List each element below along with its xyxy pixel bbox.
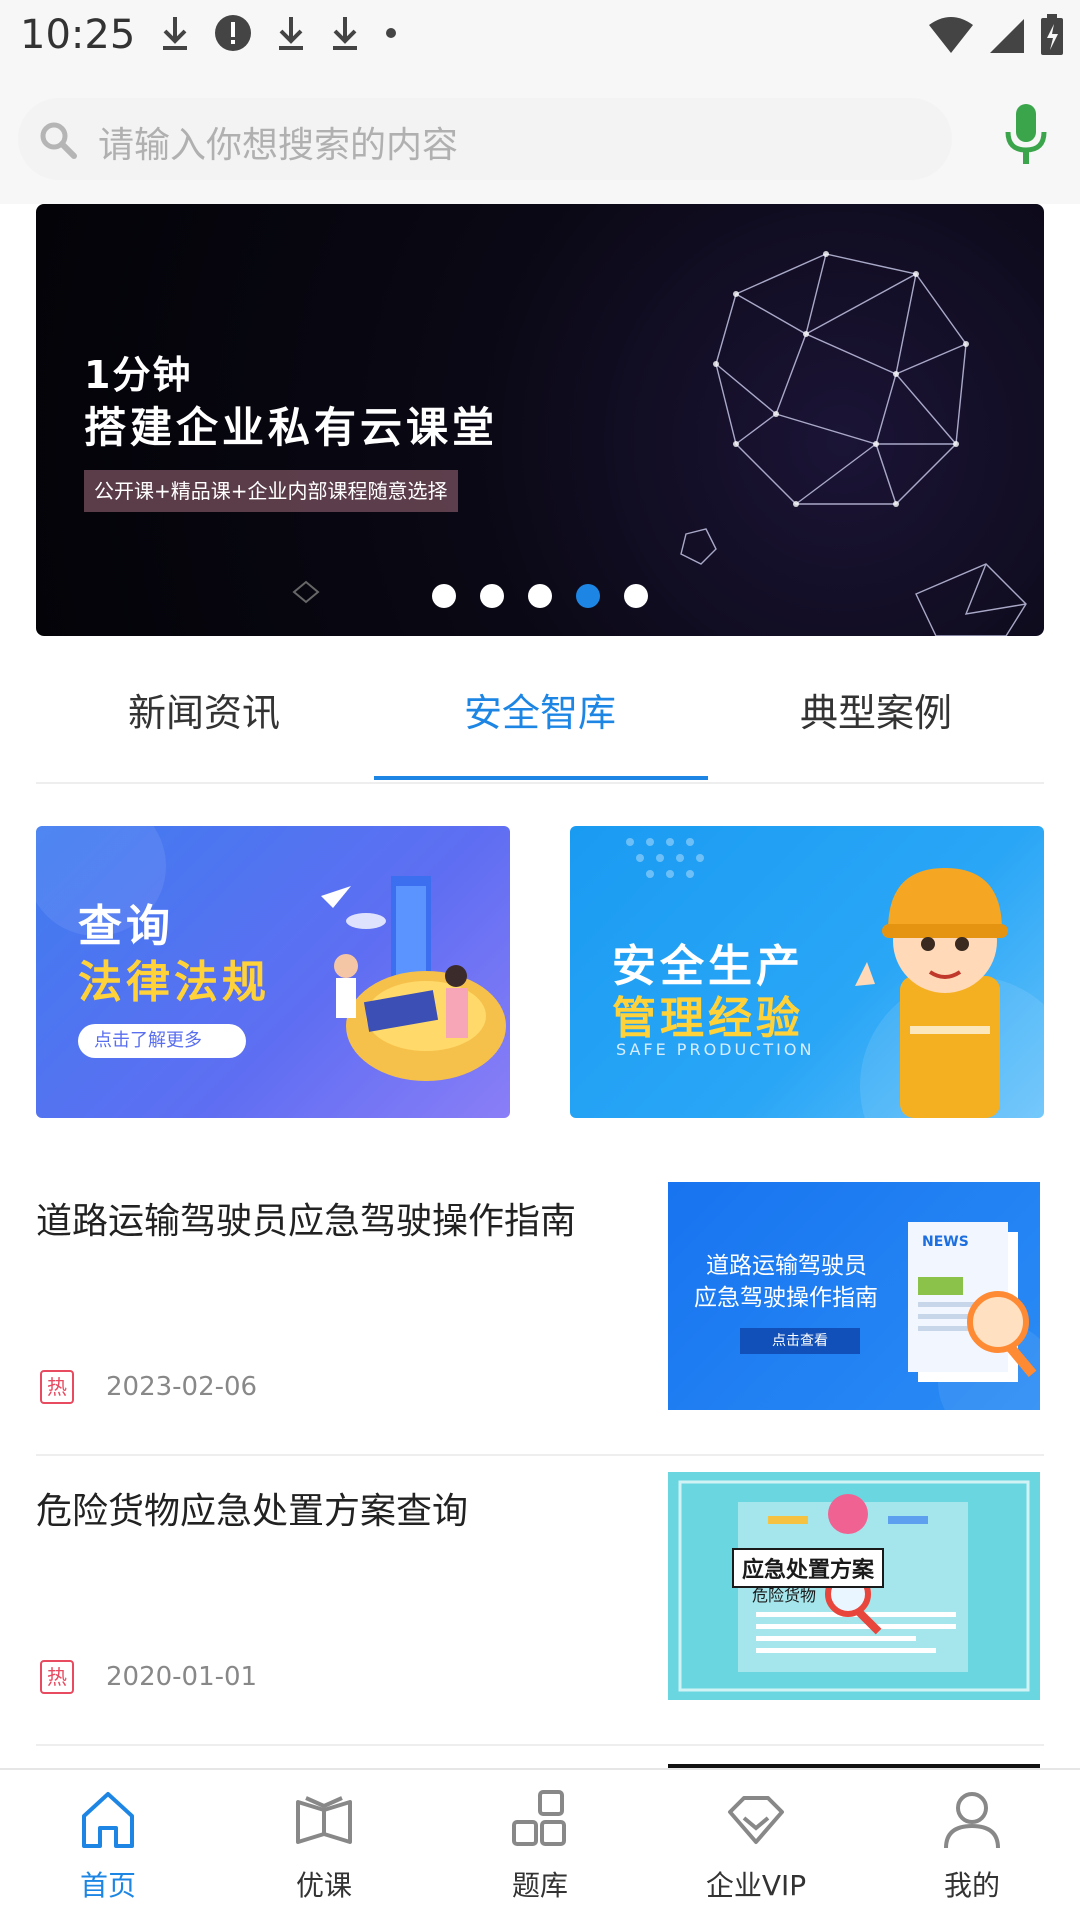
- thumbnail-button: 点击查看: [740, 1328, 860, 1354]
- card-title-highlight: 法律法规: [78, 957, 270, 1008]
- banner-subtitle: 公开课+精品课+企业内部课程随意选择: [84, 470, 458, 512]
- wifi-icon: [929, 17, 973, 53]
- tab-news[interactable]: 新闻资讯: [36, 682, 372, 737]
- news-date: 2020-01-01: [106, 1662, 258, 1692]
- book-icon: [296, 1796, 352, 1844]
- tab-typical-cases[interactable]: 典型案例: [708, 682, 1044, 737]
- carousel-dot[interactable]: [432, 584, 456, 608]
- carousel-dot[interactable]: [528, 584, 552, 608]
- thumbnail-title-line2: 应急驾驶操作指南: [694, 1285, 878, 1311]
- nav-enterprise-vip[interactable]: 企业VIP: [648, 1788, 864, 1904]
- news-list-item[interactable]: 道路运输驾驶员应急驾驶操作指南 热 2023-02-06 NEWS 道路运输驾驶…: [36, 1164, 1044, 1456]
- battery-icon: [1041, 14, 1063, 55]
- search-placeholder: 请输入你想搜索的内容: [98, 125, 459, 166]
- promo-banner[interactable]: 1分钟 搭建企业私有云课堂 公开课+精品课+企业内部课程随意选择: [36, 204, 1044, 636]
- carousel-dot[interactable]: [624, 584, 648, 608]
- news-thumbnail: NEWS 道路运输驾驶员 应急驾驶操作指南 点击查看: [668, 1182, 1040, 1410]
- banner-heading-line2: 搭建企业私有云课堂: [84, 403, 499, 452]
- alert-icon: [215, 15, 251, 51]
- status-time: 10:25: [20, 12, 136, 58]
- nav-label: 题库: [511, 1869, 568, 1902]
- news-title: 危险货物应急处置方案查询: [36, 1491, 469, 1532]
- tab-indicator: [374, 776, 708, 780]
- grid-icon: [512, 1790, 566, 1846]
- safety-experience-card[interactable]: 安全生产 管理经验 SAFE PRODUCTION: [570, 826, 1044, 1118]
- learn-more-button[interactable]: 点击了解更多: [78, 1024, 246, 1058]
- nav-label: 优课: [295, 1869, 352, 1902]
- card-title: 查询: [78, 901, 174, 952]
- dot-icon: [386, 28, 396, 38]
- card-title-highlight: 管理经验: [612, 993, 804, 1044]
- nav-question-bank[interactable]: 题库: [432, 1788, 648, 1904]
- download-icon: [163, 17, 187, 50]
- bottom-navigation: 首页 优课 题库 企业VIP 我的: [0, 1768, 1080, 1922]
- nav-label: 首页: [79, 1869, 136, 1902]
- search-area: 请输入你想搜索的内容: [0, 72, 1080, 204]
- search-input[interactable]: 请输入你想搜索的内容: [18, 98, 952, 180]
- download-icon: [279, 17, 303, 50]
- tab-safety-library[interactable]: 安全智库: [372, 682, 708, 737]
- nav-profile[interactable]: 我的: [864, 1788, 1080, 1904]
- news-date: 2023-02-06: [106, 1372, 258, 1402]
- news-list-item[interactable]: 危险货物应急处置方案查询 热 2020-01-01 应急处置方案 危险货物: [36, 1454, 1044, 1746]
- carousel-indicator: [432, 584, 648, 608]
- home-icon: [82, 1792, 134, 1848]
- nav-label: 我的: [943, 1869, 1000, 1902]
- carousel-dot-active[interactable]: [576, 584, 600, 608]
- microphone-icon[interactable]: [1002, 102, 1050, 168]
- category-tabs: 新闻资讯 安全智库 典型案例: [36, 650, 1044, 784]
- search-icon: [40, 122, 77, 159]
- status-bar: 10:25: [0, 0, 1080, 72]
- news-thumbnail: 应急处置方案 危险货物: [668, 1472, 1040, 1700]
- law-query-card[interactable]: 查询 法律法规 点击了解更多: [36, 826, 510, 1118]
- diamond-icon: [728, 1796, 784, 1844]
- thumbnail-subheading: 危险货物: [752, 1586, 817, 1605]
- hot-badge: 热: [40, 1660, 74, 1694]
- download-icon: [333, 17, 357, 50]
- banner-heading-line1: 1分钟: [84, 353, 193, 397]
- system-icons: [928, 14, 1064, 56]
- signal-icon: [990, 19, 1024, 53]
- nav-home[interactable]: 首页: [0, 1788, 216, 1904]
- news-title: 道路运输驾驶员应急驾驶操作指南: [36, 1201, 577, 1242]
- notification-icons: [160, 14, 398, 52]
- user-icon: [944, 1792, 1000, 1849]
- news-tag: NEWS: [922, 1234, 969, 1250]
- hot-badge: 热: [40, 1370, 74, 1404]
- nav-label: 企业VIP: [705, 1869, 807, 1902]
- nav-courses[interactable]: 优课: [216, 1788, 432, 1904]
- card-subtitle-english: SAFE PRODUCTION: [616, 1040, 815, 1059]
- carousel-dot[interactable]: [480, 584, 504, 608]
- thumbnail-title-line1: 道路运输驾驶员: [706, 1253, 867, 1279]
